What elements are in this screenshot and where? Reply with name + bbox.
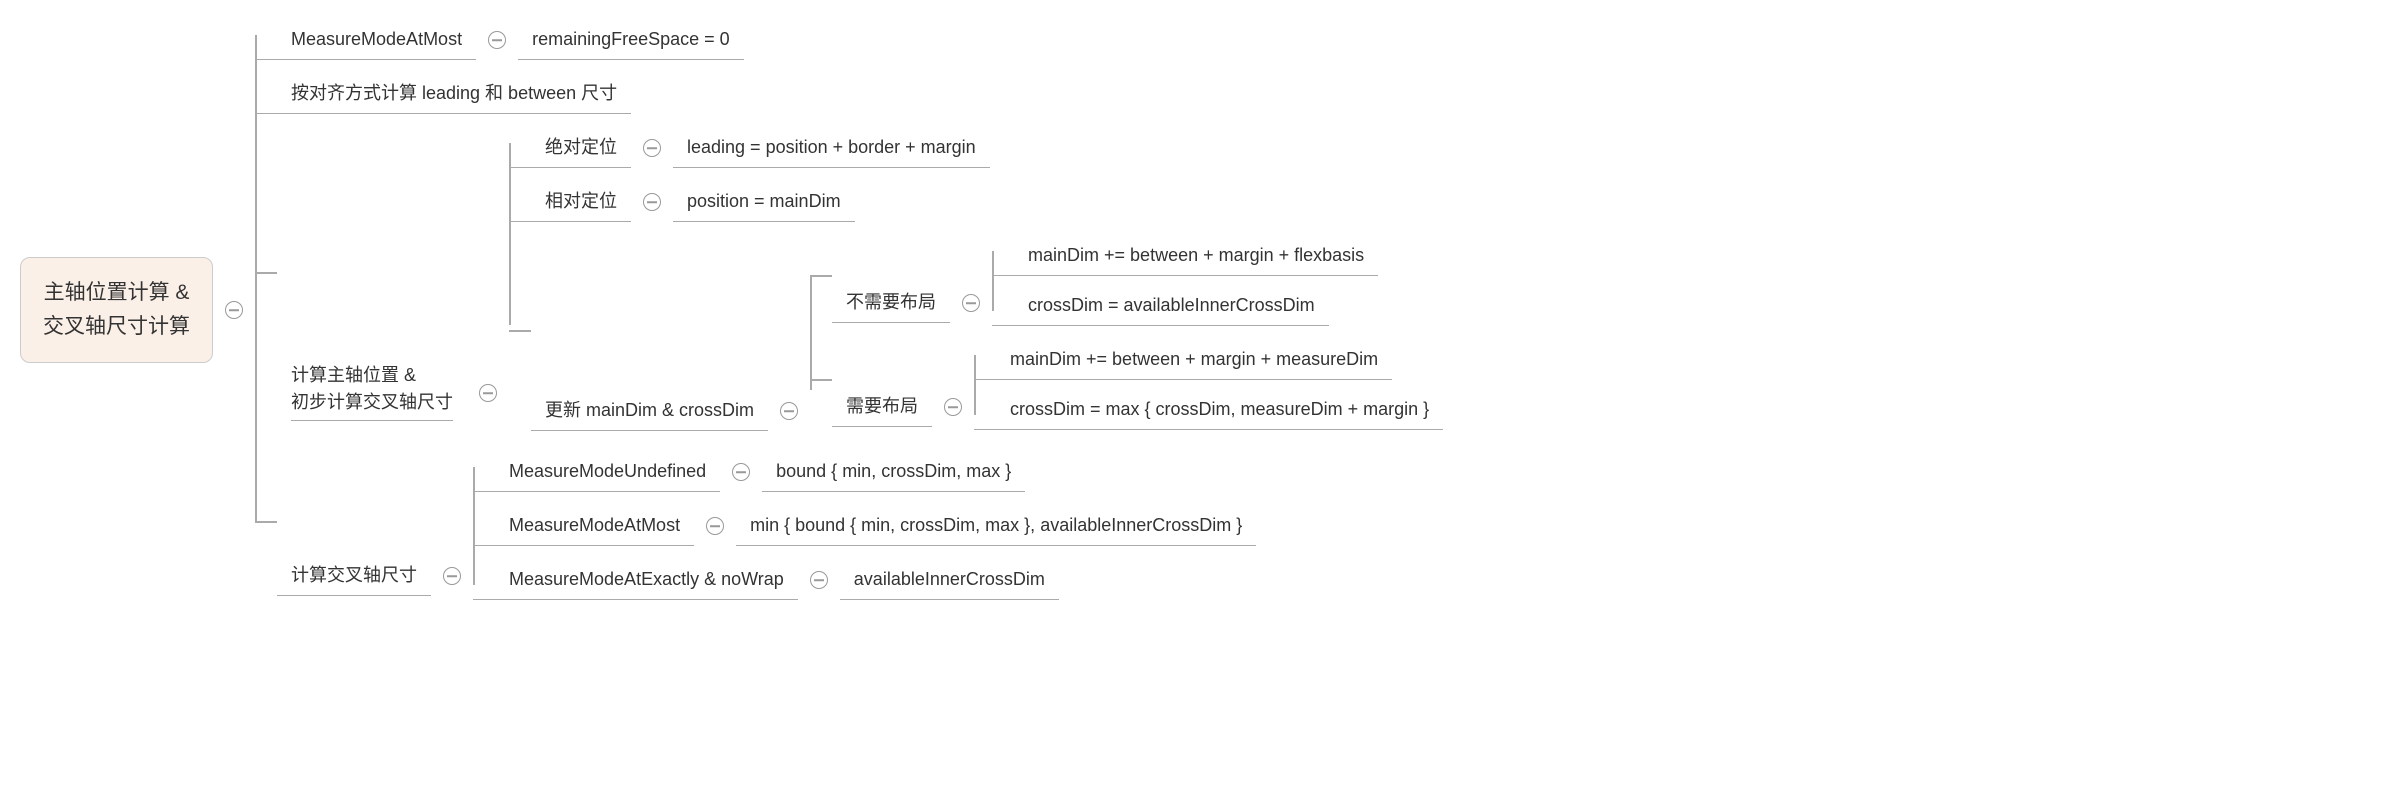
node-label[interactable]: 相对定位 xyxy=(531,182,631,222)
leaf-a2: crossDim = availableInnerCrossDim xyxy=(992,286,1378,326)
node-leaf[interactable]: remainingFreeSpace = 0 xyxy=(518,20,744,60)
level3-branch-sub3: 不需要布局 mainDim += between + margin + flex… xyxy=(810,236,1443,430)
node-absolute-pos: 绝对定位 leading = position + border + margi… xyxy=(509,128,1443,168)
node-main-axis-calc: 计算主轴位置 & 初步计算交叉轴尺寸 绝对定位 leading = positi… xyxy=(255,128,1443,430)
leaf-b1: mainDim += between + margin + measureDim xyxy=(974,340,1443,380)
node-leaf[interactable]: min { bound { min, crossDim, max }, avai… xyxy=(736,506,1256,546)
level2-branch-c3: 绝对定位 leading = position + border + margi… xyxy=(509,128,1443,430)
node-leaf[interactable]: crossDim = availableInnerCrossDim xyxy=(1014,286,1329,326)
node-update-dims: 更新 mainDim & crossDim 不需要布局 xyxy=(509,236,1443,430)
collapse-toggle[interactable] xyxy=(479,384,497,402)
node-label[interactable]: 按对齐方式计算 leading 和 between 尺寸 xyxy=(277,74,631,114)
node-label[interactable]: MeasureModeAtMost xyxy=(495,506,694,546)
node-mode-atmost: MeasureModeAtMost min { bound { min, cro… xyxy=(473,506,1256,546)
level4-branch-a: mainDim += between + margin + flexbasis … xyxy=(992,236,1378,326)
collapse-toggle[interactable] xyxy=(780,402,798,420)
node-leaf[interactable]: bound { min, crossDim, max } xyxy=(762,452,1025,492)
node-label[interactable]: 绝对定位 xyxy=(531,128,631,168)
collapse-toggle[interactable] xyxy=(706,517,724,535)
node-alignment-calc: 按对齐方式计算 leading 和 between 尺寸 xyxy=(255,74,1443,114)
node-label[interactable]: MeasureModeAtMost xyxy=(277,20,476,60)
leaf-b2: crossDim = max { crossDim, measureDim + … xyxy=(974,390,1443,430)
node-leaf[interactable]: mainDim += between + margin + measureDim xyxy=(996,340,1392,380)
node-leaf[interactable]: crossDim = max { crossDim, measureDim + … xyxy=(996,390,1443,430)
node-no-layout: 不需要布局 mainDim += between + margin + flex… xyxy=(810,236,1443,326)
node-leaf[interactable]: mainDim += between + margin + flexbasis xyxy=(1014,236,1378,276)
leaf-a1: mainDim += between + margin + flexbasis xyxy=(992,236,1378,276)
node-mode-exactly: MeasureModeAtExactly & noWrap availableI… xyxy=(473,560,1256,600)
node-leaf[interactable]: position = mainDim xyxy=(673,182,855,222)
collapse-toggle[interactable] xyxy=(643,139,661,157)
node-mode-undefined: MeasureModeUndefined bound { min, crossD… xyxy=(473,452,1256,492)
node-label[interactable]: 计算交叉轴尺寸 xyxy=(277,556,431,596)
node-relative-pos: 相对定位 position = mainDim xyxy=(509,182,1443,222)
collapse-toggle[interactable] xyxy=(488,31,506,49)
node-label-l1: 计算主轴位置 & xyxy=(291,365,416,385)
root-line2: 交叉轴尺寸计算 xyxy=(43,315,190,338)
collapse-toggle[interactable] xyxy=(944,398,962,416)
node-leaf[interactable]: availableInnerCrossDim xyxy=(840,560,1059,600)
node-need-layout: 需要布局 mainDim += between + margin + measu… xyxy=(810,340,1443,430)
node-cross-axis-calc: 计算交叉轴尺寸 MeasureModeUndefined bound { min… xyxy=(255,452,1443,600)
level1-branch: MeasureModeAtMost remainingFreeSpace = 0… xyxy=(255,20,1443,600)
node-label[interactable]: MeasureModeUndefined xyxy=(495,452,720,492)
collapse-toggle[interactable] xyxy=(643,193,661,211)
collapse-toggle[interactable] xyxy=(732,463,750,481)
root-node[interactable]: 主轴位置计算 & 交叉轴尺寸计算 xyxy=(20,257,213,362)
level2-branch-c4: MeasureModeUndefined bound { min, crossD… xyxy=(473,452,1256,600)
node-leaf[interactable]: leading = position + border + margin xyxy=(673,128,990,168)
node-label-l2: 初步计算交叉轴尺寸 xyxy=(291,392,453,412)
node-label[interactable]: MeasureModeAtExactly & noWrap xyxy=(495,560,798,600)
collapse-toggle[interactable] xyxy=(962,294,980,312)
collapse-toggle[interactable] xyxy=(443,567,461,585)
collapse-toggle[interactable] xyxy=(225,301,243,319)
node-measure-at-most-root: MeasureModeAtMost remainingFreeSpace = 0 xyxy=(255,20,1443,60)
node-label[interactable]: 更新 mainDim & crossDim xyxy=(531,391,768,431)
node-label[interactable]: 需要布局 xyxy=(832,387,932,427)
collapse-toggle[interactable] xyxy=(810,571,828,589)
mindmap-root-row: 主轴位置计算 & 交叉轴尺寸计算 MeasureModeAtMost remai… xyxy=(20,20,2376,600)
node-label[interactable]: 不需要布局 xyxy=(832,283,950,323)
root-line1: 主轴位置计算 & xyxy=(44,281,190,304)
level4-branch-b: mainDim += between + margin + measureDim… xyxy=(974,340,1443,430)
node-label-wrap[interactable]: 计算主轴位置 & 初步计算交叉轴尺寸 xyxy=(277,244,467,315)
